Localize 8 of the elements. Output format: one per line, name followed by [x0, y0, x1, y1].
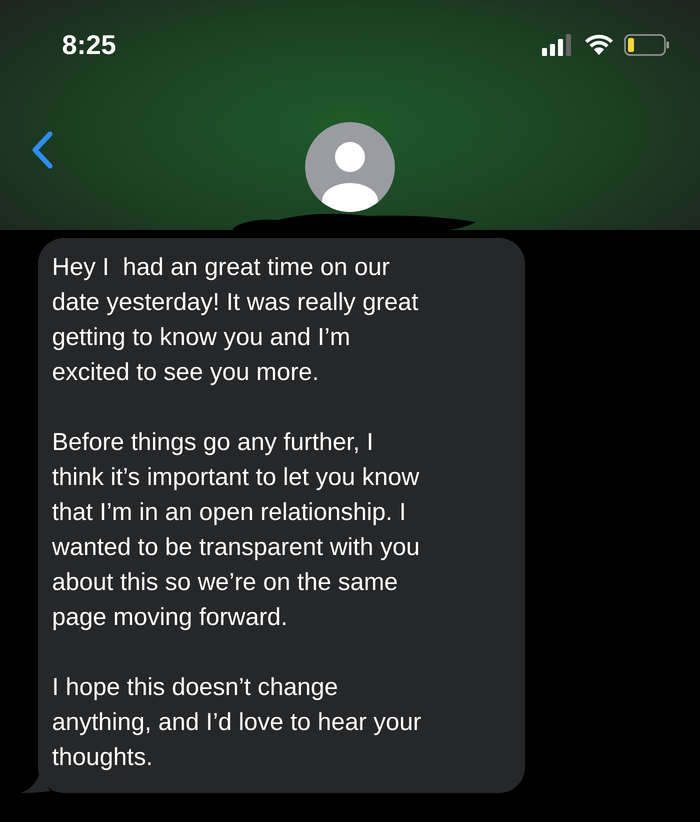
avatar-icon[interactable] — [305, 122, 395, 212]
message-text: I hope this doesn’t change anything, and I’d love to hear your thoughts. — [52, 673, 422, 773]
battery-icon — [624, 34, 670, 56]
wifi-icon — [584, 34, 614, 56]
message-text: Before things go any further, I think it’s important to let you know that I’m in an open relationship. I wanted to be transparent with you about this so we’re on the same page moving forward. — [52, 428, 421, 633]
signal-icon — [542, 34, 574, 56]
status-time: 8:25 — [62, 30, 116, 60]
message-text: Hey I had an great time on our date yesterday! It was really great getting to know you and I’m excited to see you more. — [52, 253, 420, 388]
